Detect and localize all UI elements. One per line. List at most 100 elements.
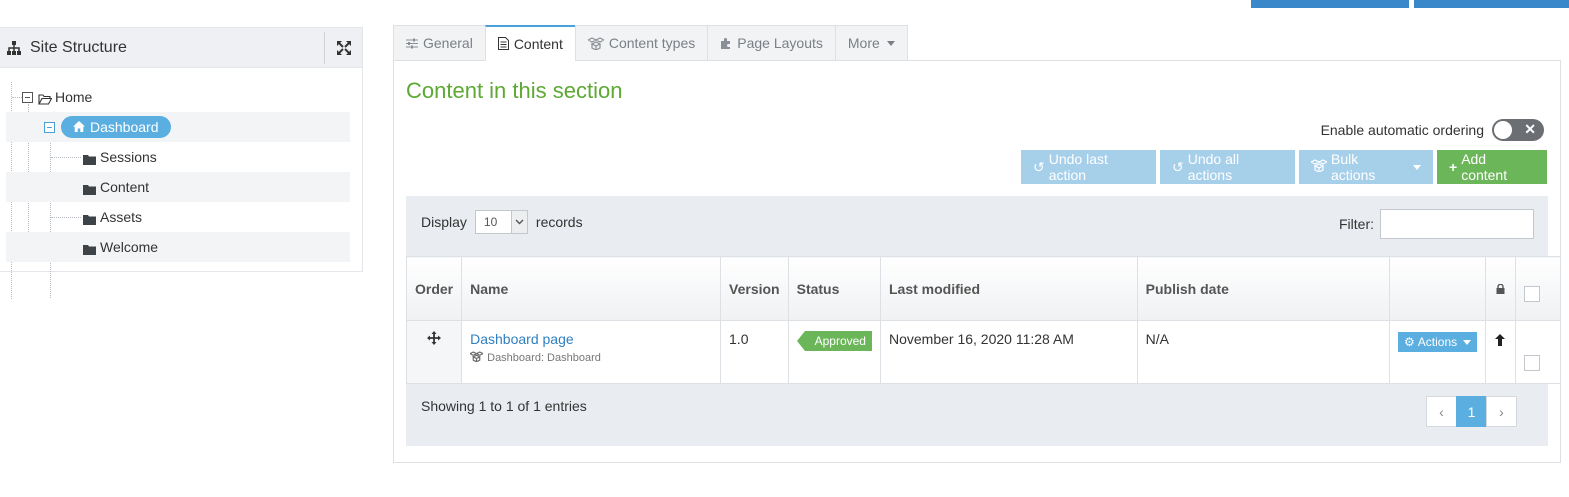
column-header-actions <box>1389 256 1487 321</box>
tab-label: Content types <box>608 35 696 51</box>
tree-item-label: Content <box>100 179 150 195</box>
column-header-name[interactable]: Name <box>461 256 722 321</box>
move-up-cell <box>1485 320 1516 384</box>
order-cell <box>405 320 463 384</box>
content-type-label: Dashboard: Dashboard <box>487 352 601 364</box>
button-label: Undo last action <box>1048 151 1108 183</box>
filter-input[interactable] <box>1380 209 1534 239</box>
column-header-version[interactable]: Version <box>720 256 789 321</box>
folder-icon <box>83 182 96 195</box>
button-label: Add content <box>1461 151 1508 183</box>
folder-icon <box>83 212 96 225</box>
add-content-button[interactable]: + Add content <box>1437 150 1547 184</box>
site-structure-title: Site Structure <box>30 38 127 56</box>
tree-item-label: Welcome <box>100 239 159 255</box>
tree-item-content[interactable]: Content <box>6 172 350 202</box>
tab-more[interactable]: More <box>834 25 908 61</box>
header-divider <box>324 32 325 64</box>
select-all-checkbox[interactable] <box>1523 286 1540 302</box>
top-action-button-2[interactable] <box>1414 0 1569 8</box>
section-title: Content in this section <box>406 78 623 103</box>
column-header-order[interactable]: Order <box>405 256 463 321</box>
tab-page-layouts[interactable]: Page Layouts <box>707 25 835 61</box>
select-cell <box>1514 320 1562 384</box>
status-cell: Approved <box>787 320 881 384</box>
chevron-down-icon <box>886 40 895 46</box>
expand-icon[interactable] <box>336 40 352 56</box>
collapse-icon[interactable] <box>44 121 55 133</box>
tree-item-label: Home <box>55 89 93 105</box>
content-panel: Content in this section Enable automatic… <box>393 60 1562 463</box>
tree-item-sessions[interactable]: Sessions <box>0 142 362 172</box>
tree-item-home[interactable]: Home <box>0 82 362 112</box>
row-checkbox[interactable] <box>1523 355 1540 371</box>
last-modified-cell: November 16, 2020 11:28 AM <box>879 320 1138 384</box>
listing-container: Display 10 records Filter: Order Name Ve… <box>405 196 1562 446</box>
table-header-row: Order Name Version Status Last modified … <box>405 256 1562 321</box>
collapse-icon[interactable] <box>22 91 33 103</box>
filter-label: Filter: <box>1339 216 1374 232</box>
display-label: Display <box>421 214 467 230</box>
top-action-button-1[interactable] <box>1251 0 1409 8</box>
undo-icon: ↺ <box>1172 158 1184 175</box>
folder-icon <box>83 152 96 165</box>
site-structure-panel: Site Structure Home Dashboard Sessions C… <box>0 27 363 299</box>
bulk-actions-button[interactable]: Bulk actions <box>1299 150 1433 184</box>
name-cell: Dashboard page Dashboard: Dashboard <box>461 320 722 384</box>
chevron-down-icon <box>1413 164 1421 170</box>
pagination-page-1[interactable]: 1 <box>1456 396 1487 427</box>
status-badge: Approved <box>796 331 872 351</box>
tree-item-welcome[interactable]: Welcome <box>6 232 350 262</box>
action-buttons: ↺ Undo last action ↺ Undo all actions Bu… <box>1021 150 1547 184</box>
auto-ordering-toggle[interactable]: ✕ <box>1492 119 1544 141</box>
tab-content[interactable]: Content <box>484 25 575 61</box>
site-tree: Home Dashboard Sessions Content Assets W… <box>0 68 362 299</box>
row-actions-button[interactable]: ⚙ Actions <box>1398 332 1478 352</box>
filter-control: Filter: <box>1339 209 1534 239</box>
tree-item-label: Assets <box>100 209 143 225</box>
pagination-next[interactable]: › <box>1486 396 1517 427</box>
section-tabs: General Content Content types Page Layou… <box>393 25 908 61</box>
column-header-status[interactable]: Status <box>787 256 881 321</box>
tab-content-types[interactable]: Content types <box>574 25 708 61</box>
lock-icon <box>1496 281 1505 297</box>
tree-item-assets[interactable]: Assets <box>0 202 362 232</box>
cubes-icon <box>587 36 604 50</box>
publish-date-cell: N/A <box>1136 320 1391 384</box>
close-icon: ✕ <box>1524 121 1536 137</box>
undo-all-button[interactable]: ↺ Undo all actions <box>1160 150 1295 184</box>
tab-label: More <box>847 35 880 51</box>
toggle-knob <box>1494 121 1512 139</box>
page-size-control: Display 10 records <box>421 210 583 234</box>
records-label: records <box>535 214 583 230</box>
column-header-select <box>1514 256 1562 321</box>
tree-item-dashboard[interactable]: Dashboard <box>6 112 350 142</box>
cubes-icon <box>1309 159 1329 175</box>
tree-item-label: Sessions <box>100 149 157 165</box>
button-label: Bulk actions <box>1331 151 1376 183</box>
actions-label: Actions <box>1417 335 1458 349</box>
tab-general[interactable]: General <box>393 25 485 61</box>
move-icon[interactable] <box>427 331 442 348</box>
column-header-publish-date[interactable]: Publish date <box>1136 256 1391 321</box>
puzzle-icon <box>720 37 732 49</box>
pagination-prev[interactable]: ‹ <box>1426 396 1457 427</box>
column-header-last-modified[interactable]: Last modified <box>879 256 1138 321</box>
undo-last-button[interactable]: ↺ Undo last action <box>1021 150 1156 184</box>
auto-ordering-control: Enable automatic ordering ✕ <box>1321 119 1544 141</box>
page-size-select[interactable]: 10 <box>474 210 528 234</box>
version-cell: 1.0 <box>720 320 789 384</box>
content-name-link[interactable]: Dashboard page <box>470 331 712 347</box>
site-structure-header: Site Structure <box>0 28 362 68</box>
content-type-line: Dashboard: Dashboard <box>468 351 712 365</box>
folder-open-icon <box>38 92 53 105</box>
document-icon <box>497 37 509 50</box>
arrow-up-icon[interactable] <box>1495 333 1506 349</box>
home-icon <box>73 119 85 135</box>
selected-node-pill[interactable]: Dashboard <box>61 116 171 138</box>
undo-icon: ↺ <box>1033 158 1045 175</box>
sliders-icon <box>406 38 418 49</box>
folder-icon <box>83 242 96 255</box>
chevron-down-icon <box>1463 339 1472 345</box>
tab-label: Content <box>513 35 563 52</box>
